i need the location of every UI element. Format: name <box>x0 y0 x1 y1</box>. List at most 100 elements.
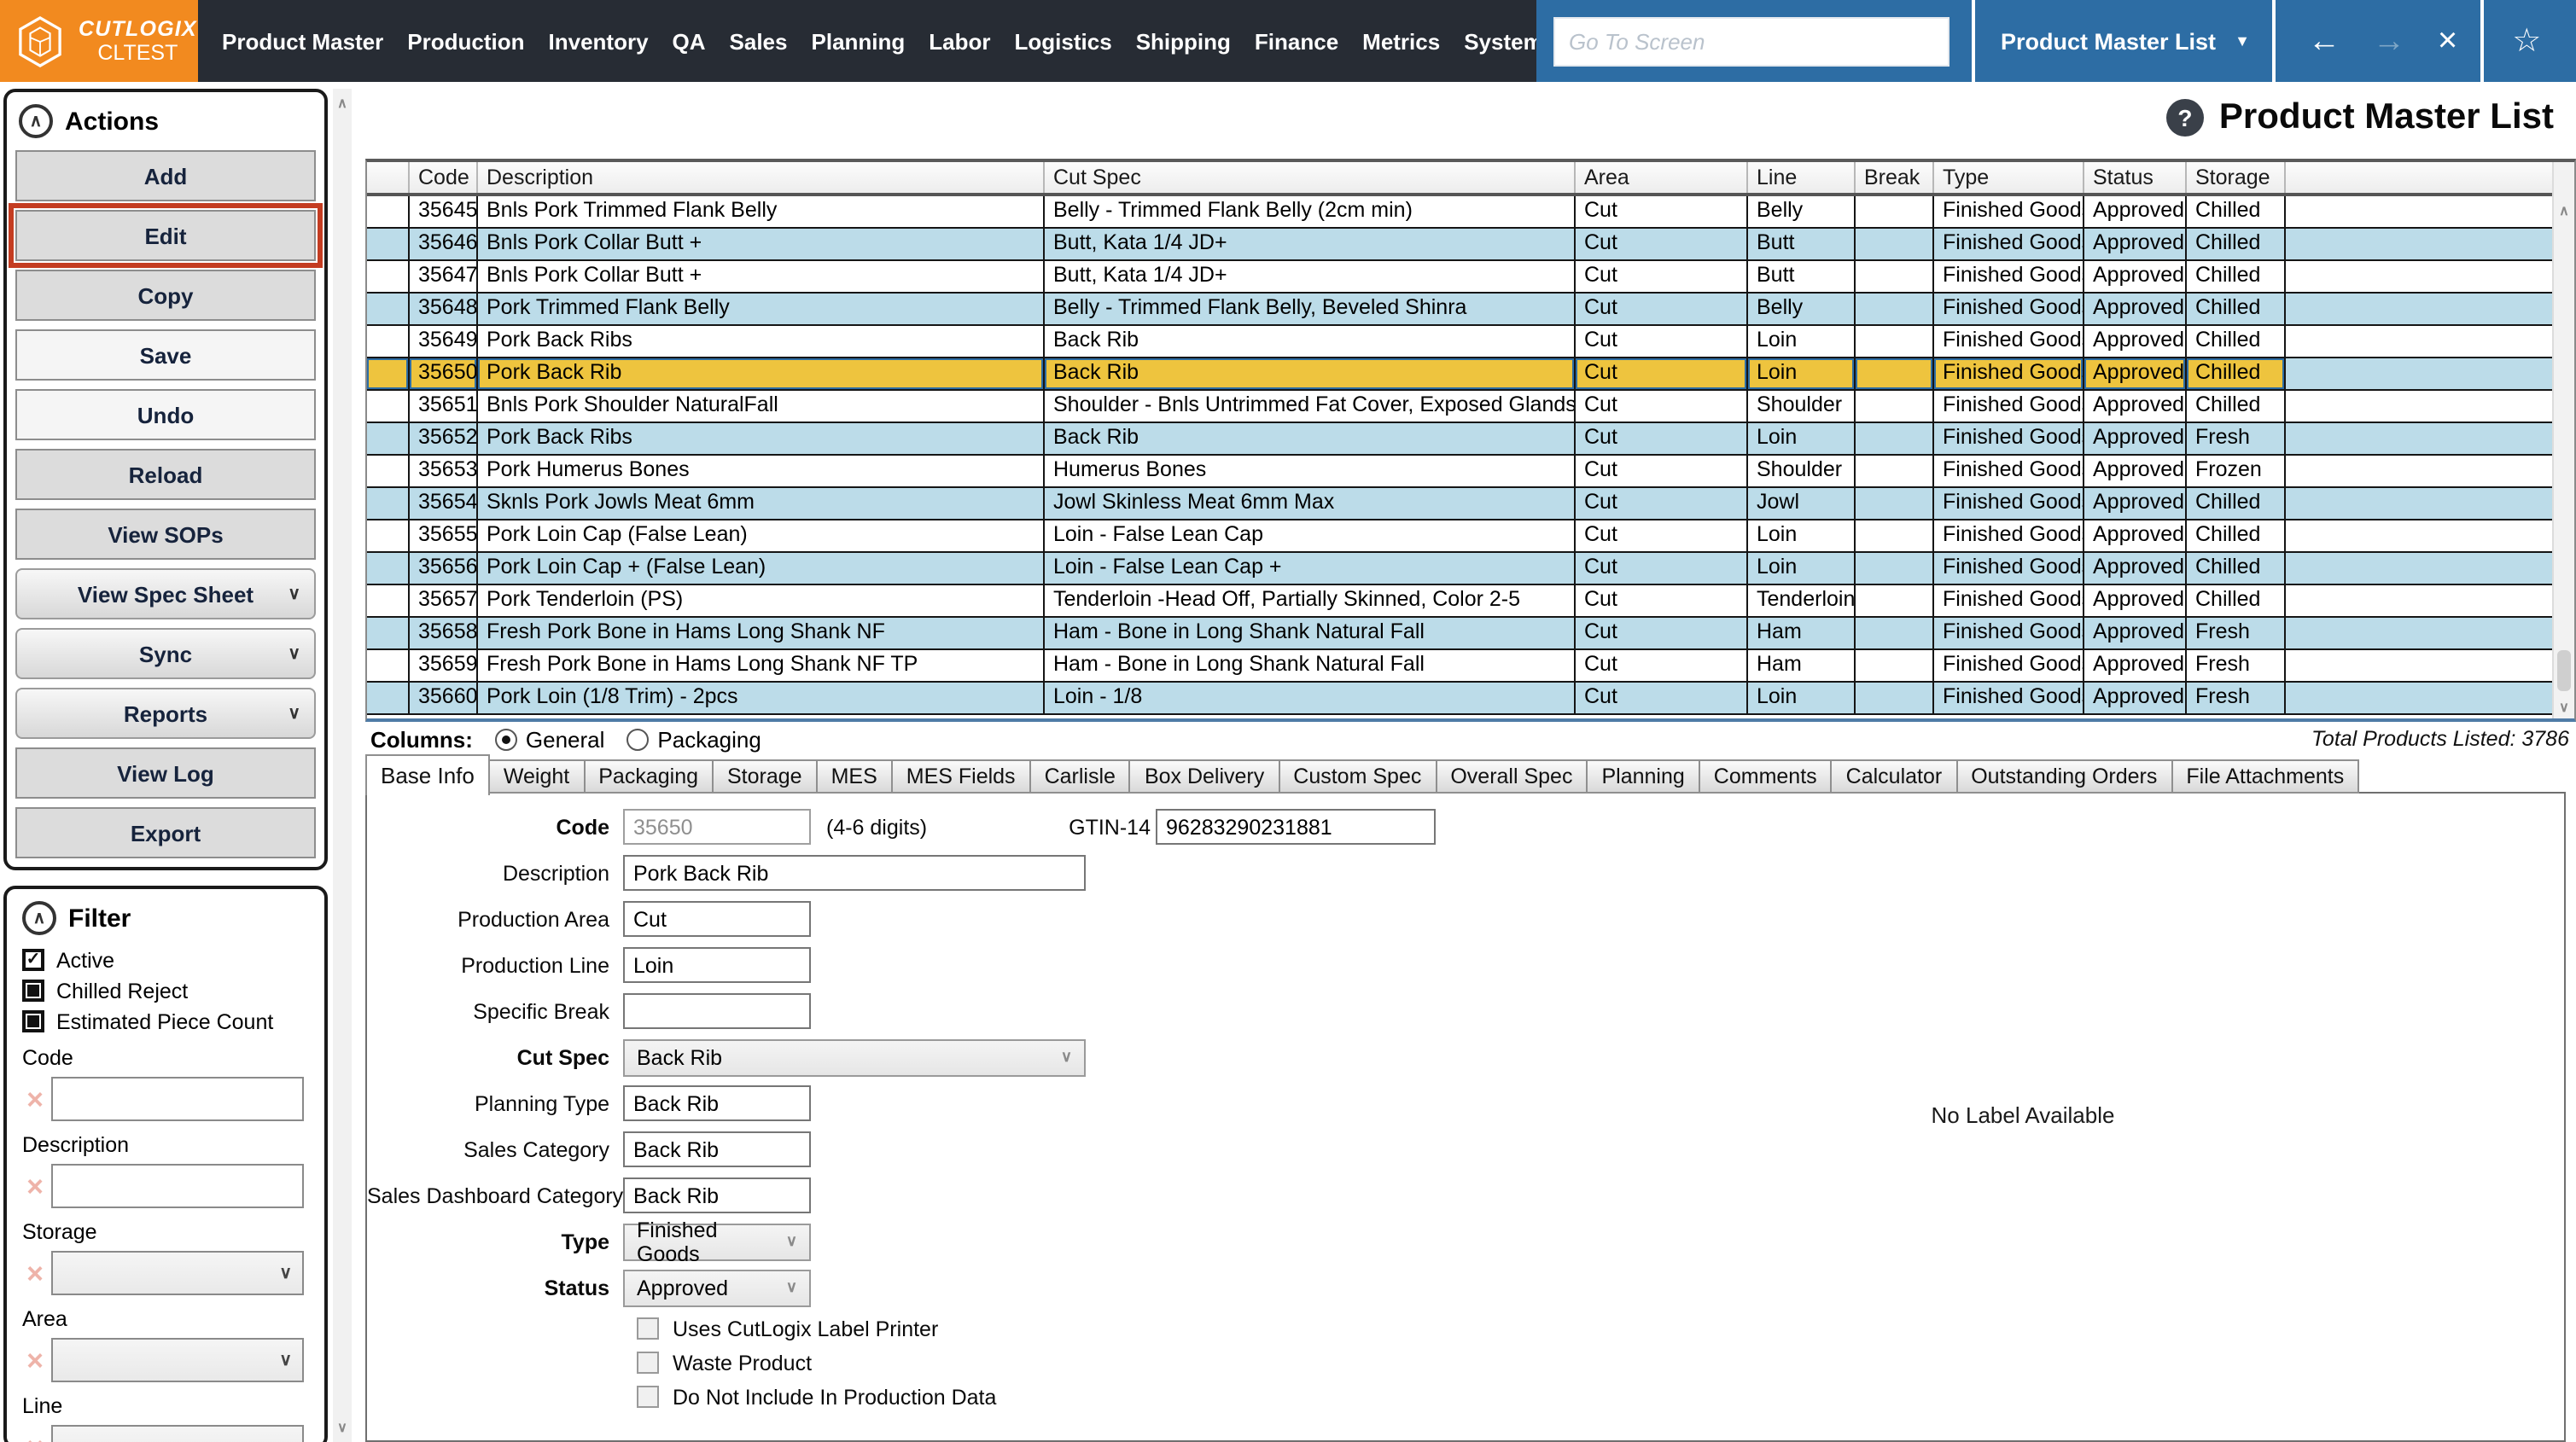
option-uses-cutlogix-label-printer[interactable]: Uses CutLogix Label Printer <box>637 1316 2564 1341</box>
table-row-35645[interactable]: 35645Bnls Pork Trimmed Flank BellyBelly … <box>367 196 2552 229</box>
menu-item-product-master[interactable]: Product Master <box>222 28 383 54</box>
screen-selector-dropdown[interactable]: Product Master List ▼ <box>2001 28 2250 54</box>
clear-filter-icon[interactable]: × <box>19 1172 51 1201</box>
menu-item-sales[interactable]: Sales <box>730 28 788 54</box>
scroll-up-icon[interactable]: ∧ <box>333 96 352 111</box>
columns-mode-packaging[interactable]: Packaging <box>627 726 761 752</box>
clear-filter-icon[interactable]: × <box>19 1346 51 1375</box>
scroll-up-icon[interactable]: ∧ <box>2554 203 2574 218</box>
header-type[interactable]: Type <box>1934 162 2084 193</box>
menu-item-metrics[interactable]: Metrics <box>1362 28 1440 54</box>
go-to-screen-input[interactable] <box>1553 16 1949 66</box>
header-description[interactable]: Description <box>478 162 1045 193</box>
tab-file-attachments[interactable]: File Attachments <box>2172 759 2359 794</box>
forward-arrow-icon[interactable]: → <box>2373 25 2405 57</box>
help-icon[interactable]: ? <box>2166 99 2204 137</box>
sales-category-input[interactable] <box>623 1131 811 1167</box>
table-row-35646[interactable]: 35646Bnls Pork Collar Butt +Butt, Kata 1… <box>367 229 2552 261</box>
table-row-35657[interactable]: 35657Pork Tenderloin (PS)Tenderloin -Hea… <box>367 585 2552 618</box>
status-select[interactable]: Approved ∨ <box>623 1269 811 1306</box>
tab-weight[interactable]: Weight <box>490 759 585 794</box>
reload-button[interactable]: Reload <box>15 449 316 500</box>
tab-base-info[interactable]: Base Info <box>365 754 490 795</box>
save-button[interactable]: Save <box>15 329 316 381</box>
header-break[interactable]: Break <box>1856 162 1934 193</box>
type-select[interactable]: Finished Goods ∨ <box>623 1223 811 1260</box>
menu-item-logistics[interactable]: Logistics <box>1015 28 1112 54</box>
header-area[interactable]: Area <box>1576 162 1748 193</box>
table-row-35653[interactable]: 35653Pork Humerus BonesHumerus BonesCutS… <box>367 456 2552 488</box>
tab-mes[interactable]: MES <box>818 759 893 794</box>
code-input[interactable] <box>623 809 811 845</box>
close-icon[interactable]: × <box>2438 24 2457 58</box>
table-row-35652[interactable]: 35652Pork Back RibsBack RibCutLoinFinish… <box>367 423 2552 456</box>
clear-filter-icon[interactable]: × <box>19 1433 51 1442</box>
filter-check-chilled-reject[interactable]: Chilled Reject <box>22 978 312 1003</box>
menu-item-planning[interactable]: Planning <box>812 28 906 54</box>
export-button[interactable]: Export <box>15 807 316 858</box>
tab-carlisle[interactable]: Carlisle <box>1031 759 1131 794</box>
filter-storage-select[interactable]: ∨ <box>51 1251 304 1295</box>
menu-item-shipping[interactable]: Shipping <box>1136 28 1231 54</box>
scroll-down-icon[interactable]: ∨ <box>2554 700 2574 715</box>
table-row-35651[interactable]: 35651Bnls Pork Shoulder NaturalFallShoul… <box>367 391 2552 423</box>
option-waste-product[interactable]: Waste Product <box>637 1350 2564 1375</box>
header-code[interactable]: Code <box>410 162 478 193</box>
tab-custom-spec[interactable]: Custom Spec <box>1279 759 1437 794</box>
description-input[interactable] <box>623 855 1086 891</box>
table-row-35654[interactable]: 35654Sknls Pork Jowls Meat 6mmJowl Skinl… <box>367 488 2552 520</box>
copy-button[interactable]: Copy <box>15 270 316 321</box>
table-row-35656[interactable]: 35656Pork Loin Cap + (False Lean)Loin - … <box>367 553 2552 585</box>
filter-code-input[interactable] <box>51 1077 304 1121</box>
menu-item-qa[interactable]: QA <box>673 28 706 54</box>
back-arrow-icon[interactable]: ← <box>2308 25 2340 57</box>
header-line[interactable]: Line <box>1748 162 1856 193</box>
collapse-actions-icon[interactable]: ∧ <box>19 104 53 138</box>
scrollbar-thumb[interactable] <box>2557 650 2571 691</box>
table-row-35647[interactable]: 35647Bnls Pork Collar Butt +Butt, Kata 1… <box>367 261 2552 294</box>
table-scrollbar[interactable]: ∧ ∨ <box>2552 162 2574 718</box>
filter-check-active[interactable]: ✓Active <box>22 947 312 973</box>
view-spec-sheet-button[interactable]: View Spec Sheet∨ <box>15 568 316 619</box>
tab-planning[interactable]: Planning <box>1588 759 1699 794</box>
reports-button[interactable]: Reports∨ <box>15 688 316 739</box>
scroll-down-icon[interactable]: ∨ <box>333 1420 352 1435</box>
sidebar-scrollbar[interactable]: ∧ ∨ <box>333 89 352 1442</box>
table-row-35655[interactable]: 35655Pork Loin Cap (False Lean)Loin - Fa… <box>367 520 2552 553</box>
tab-mes-fields[interactable]: MES Fields <box>893 759 1031 794</box>
header-storage[interactable]: Storage <box>2187 162 2286 193</box>
specific-break-input[interactable] <box>623 993 811 1029</box>
clear-filter-icon[interactable]: × <box>19 1259 51 1288</box>
production-area-input[interactable] <box>623 901 811 937</box>
table-row-35658[interactable]: 35658Fresh Pork Bone in Hams Long Shank … <box>367 618 2552 650</box>
tab-box-delivery[interactable]: Box Delivery <box>1131 759 1279 794</box>
menu-item-production[interactable]: Production <box>407 28 524 54</box>
view-sops-button[interactable]: View SOPs <box>15 509 316 560</box>
columns-mode-general[interactable]: General <box>495 726 605 752</box>
menu-item-labor[interactable]: Labor <box>929 28 990 54</box>
table-row-35659[interactable]: 35659Fresh Pork Bone in Hams Long Shank … <box>367 650 2552 683</box>
gtin-input[interactable] <box>1156 809 1436 845</box>
menu-item-inventory[interactable]: Inventory <box>549 28 649 54</box>
sales-dashboard-category-input[interactable] <box>623 1177 811 1213</box>
tab-overall-spec[interactable]: Overall Spec <box>1437 759 1588 794</box>
filter-check-estimated-piece-count[interactable]: Estimated Piece Count <box>22 1009 312 1034</box>
header-cut-spec[interactable]: Cut Spec <box>1045 162 1576 193</box>
table-row-35648[interactable]: 35648Pork Trimmed Flank BellyBelly - Tri… <box>367 294 2552 326</box>
tab-comments[interactable]: Comments <box>1700 759 1833 794</box>
tab-packaging[interactable]: Packaging <box>585 759 714 794</box>
sync-button[interactable]: Sync∨ <box>15 628 316 679</box>
add-button[interactable]: Add <box>15 150 316 201</box>
table-row-35650[interactable]: 35650Pork Back RibBack RibCutLoinFinishe… <box>367 358 2552 391</box>
header-status[interactable]: Status <box>2084 162 2187 193</box>
tab-outstanding-orders[interactable]: Outstanding Orders <box>1957 759 2172 794</box>
filter-description-input[interactable] <box>51 1164 304 1208</box>
filter-line-select[interactable]: ∨ <box>51 1425 304 1442</box>
edit-button[interactable]: Edit <box>15 210 316 261</box>
collapse-filter-icon[interactable]: ∧ <box>22 901 56 935</box>
cut-spec-select[interactable]: Back Rib ∨ <box>623 1038 1086 1076</box>
tab-storage[interactable]: Storage <box>714 759 818 794</box>
menu-item-system[interactable]: System <box>1464 28 1543 54</box>
table-row-35660[interactable]: 35660Pork Loin (1/8 Trim) - 2pcsLoin - 1… <box>367 683 2552 715</box>
favorite-star-icon[interactable]: ☆ <box>2512 25 2541 57</box>
